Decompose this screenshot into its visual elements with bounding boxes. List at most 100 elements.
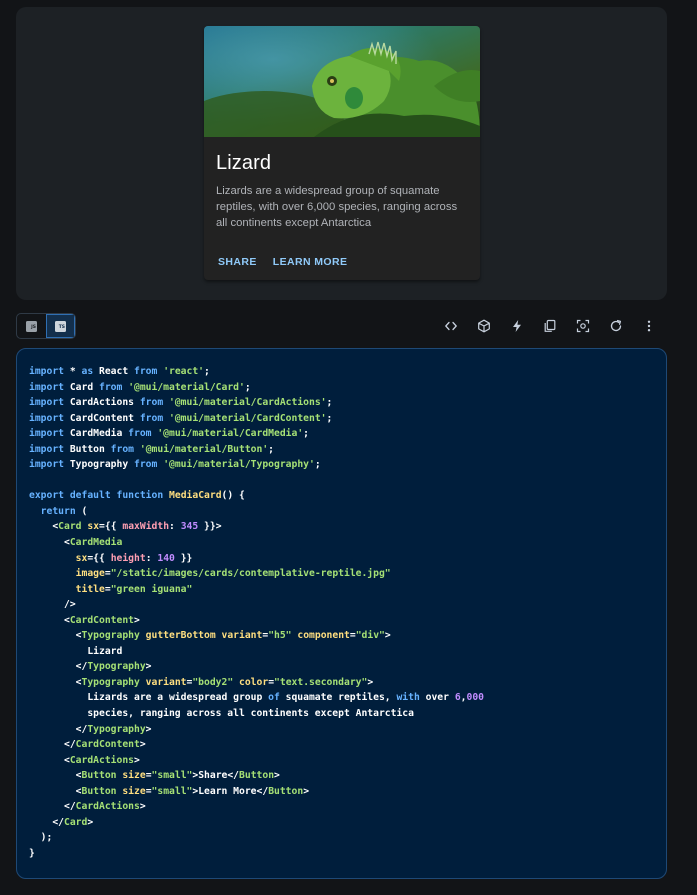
code-line: import CardContent from '@mui/material/C… (29, 411, 484, 427)
reset-demo-icon[interactable] (606, 316, 626, 336)
language-toggle-group: JS TS (16, 313, 76, 339)
code-token-plain: > (274, 770, 280, 782)
source-code[interactable]: import * as React from 'react'; import Ca… (29, 364, 484, 862)
code-token-plain: }}> (198, 521, 222, 533)
code-line: import CardMedia from '@mui/material/Car… (29, 426, 484, 442)
code-token-keyword: from (110, 443, 135, 455)
code-line: import Card from '@mui/material/Card'; (29, 380, 484, 396)
code-token-tag: CardActions (75, 801, 140, 813)
code-token-plain: ); (29, 832, 53, 844)
code-token-keyword: import (29, 459, 64, 471)
card-description: Lizards are a widespread group of squama… (216, 185, 458, 229)
code-token-plain: () { (221, 490, 245, 502)
code-line: ); (29, 830, 484, 846)
code-token-prop: maxWidth (122, 521, 170, 533)
reset-focus-icon[interactable] (573, 316, 593, 336)
code-token-attr: component (297, 630, 350, 642)
code-token-string: "h5" (268, 630, 292, 642)
code-token-keyword: from (139, 397, 164, 409)
code-token-tag: Card (64, 816, 88, 828)
copy-icon[interactable] (540, 316, 560, 336)
code-token-string: '@mui/material/Card' (128, 381, 245, 393)
code-token-attr: size (122, 785, 146, 797)
code-token-plain: >Share</ (192, 770, 240, 782)
share-button[interactable]: SHARE (212, 252, 263, 272)
code-token-attr: variant (221, 630, 263, 642)
code-token-plain: React (93, 366, 134, 377)
code-token-keyword: of (268, 692, 280, 704)
code-block[interactable]: import * as React from 'react'; import Ca… (16, 348, 667, 879)
code-token-plain: > (367, 676, 374, 688)
code-line: </Typography> (29, 659, 484, 675)
code-token-plain: /> (29, 599, 76, 611)
stackblitz-bolt-icon[interactable] (507, 316, 527, 336)
code-token-number: 000 (466, 692, 485, 704)
code-token-string: '@mui/material/CardContent' (169, 412, 327, 424)
code-token-plain: species, ranging across all continents e… (29, 708, 414, 720)
code-token-tag: Typography (81, 676, 140, 688)
code-token-keyword: import (29, 366, 64, 377)
code-token-plain: Card (64, 381, 99, 393)
more-vert-icon[interactable] (639, 316, 659, 336)
code-line: Lizards are a widespread group of squama… (29, 690, 484, 706)
code-token-string: '@mui/material/Button' (139, 443, 269, 455)
code-token-keyword: as (81, 366, 94, 377)
code-line: sx={{ height: 140 }} (29, 551, 484, 567)
card-media-image (204, 26, 480, 137)
code-line: /> (29, 597, 484, 613)
code-token-plain: </ (29, 661, 88, 673)
code-token-attr: image (75, 568, 105, 580)
code-icon[interactable] (441, 316, 461, 336)
code-token-plain: ; (244, 381, 251, 393)
codesandbox-icon[interactable] (474, 316, 494, 336)
typescript-toggle[interactable]: TS (46, 314, 75, 338)
code-token-plain: ( (75, 505, 88, 517)
code-line: image="/static/images/cards/contemplativ… (29, 566, 484, 582)
code-token-string: "/static/images/cards/contemplative-rept… (110, 568, 391, 580)
code-token-attr: sx (87, 521, 100, 533)
code-token-keyword: with (396, 692, 420, 704)
code-token-func: MediaCard (169, 490, 222, 502)
code-token-tag: CardMedia (69, 537, 123, 549)
code-token-keyword: import (29, 412, 64, 424)
code-token-plain: ; (314, 459, 321, 471)
code-line: <Typography variant="body2" color="text.… (29, 675, 484, 691)
code-token-plain: > (384, 630, 391, 642)
code-line: </CardContent> (29, 737, 484, 753)
code-token-keyword: from (99, 381, 123, 393)
demo-preview: Lizard Lizards are a widespread group of… (16, 7, 667, 300)
code-line: </Typography> (29, 722, 484, 738)
code-token-string: "green iguana" (110, 583, 193, 595)
card-title: Lizard (216, 152, 272, 174)
code-token-plain: Lizard (29, 645, 123, 657)
code-line: <Card sx={{ maxWidth: 345 }}> (29, 519, 484, 535)
code-token-plain: ; (326, 397, 333, 409)
code-line: export default function MediaCard() { (29, 488, 484, 504)
code-line: </Card> (29, 815, 484, 831)
learn-more-button[interactable]: LEARN MORE (267, 252, 354, 272)
code-token-tag: CardActions (69, 754, 134, 766)
code-token-attr: sx (75, 552, 88, 564)
code-token-tag: CardContent (75, 739, 140, 751)
code-token-keyword: import (29, 381, 64, 393)
code-token-plain: < (29, 770, 82, 782)
code-token-attr: variant (145, 676, 187, 688)
code-token-string: "small" (151, 785, 193, 797)
code-token-plain: ; (326, 412, 333, 424)
code-token-string: "text.secondary" (274, 676, 368, 688)
code-token-plain: ; (204, 366, 210, 377)
typescript-icon: TS (55, 320, 66, 332)
code-token-plain: Button (64, 443, 111, 455)
code-line: species, ranging across all continents e… (29, 706, 484, 722)
code-token-plain: < (29, 614, 70, 626)
code-token-string: "body2" (192, 676, 234, 688)
code-line: <Button size="small">Share</Button> (29, 768, 484, 784)
javascript-toggle[interactable]: JS (17, 314, 46, 338)
code-line: title="green iguana" (29, 582, 484, 598)
code-token-plain: Typography (64, 459, 134, 471)
code-token-plain: : (169, 521, 181, 533)
